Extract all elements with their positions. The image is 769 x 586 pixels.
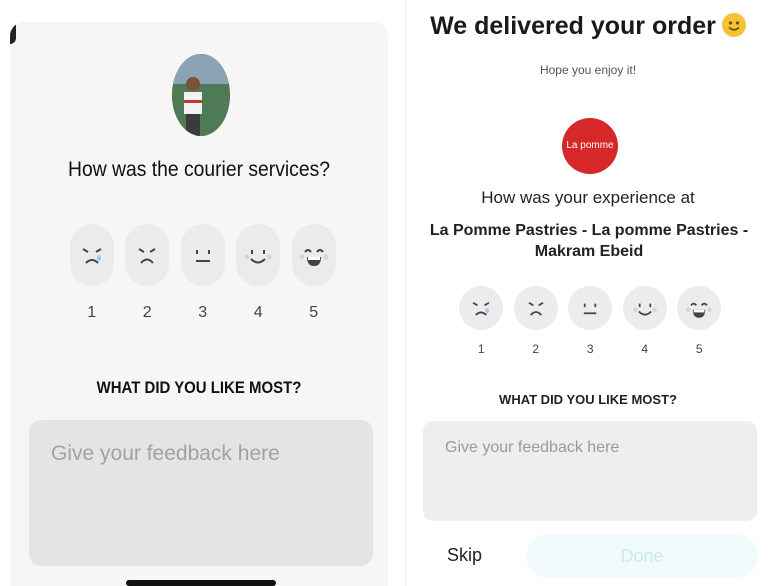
smile-face-icon[interactable] (236, 224, 281, 286)
courier-avatar (172, 54, 230, 136)
order-rating-screen: We delivered your order Hope you enjoy i… (405, 0, 769, 586)
sad-face-icon[interactable] (513, 286, 558, 330)
order-rating-faces: 1 2 3 4 5 (454, 286, 727, 356)
feedback-input[interactable]: Give your feedback here (423, 421, 757, 521)
restaurant-name: La Pomme Pastries - La pomme Pastries - … (429, 222, 749, 260)
like-most-heading: WHAT DID YOU LIKE MOST? (96, 378, 302, 397)
neutral-face-icon[interactable] (180, 224, 225, 286)
title-text: We delivered your order (430, 12, 716, 40)
rating-number: 4 (253, 304, 263, 321)
experience-question: How was your experience at (481, 188, 695, 207)
rating-number: 1 (87, 304, 97, 321)
rating-option-5[interactable]: 5 (286, 224, 342, 322)
rating-number: 4 (641, 342, 649, 356)
rating-option-3[interactable]: 3 (175, 224, 231, 322)
rating-option-2[interactable]: 2 (120, 224, 176, 322)
rating-number: 3 (586, 342, 594, 356)
rating-option-1[interactable]: 1 (454, 286, 509, 356)
skip-button[interactable]: Skip (447, 545, 482, 566)
rating-number: 1 (477, 342, 485, 356)
laughing-face-icon[interactable] (291, 224, 336, 286)
rating-number: 2 (532, 342, 540, 356)
like-most-heading: WHAT DID YOU LIKE MOST? (499, 392, 677, 407)
courier-question: How was the courier services? (68, 158, 330, 181)
done-button[interactable]: Done (526, 534, 758, 578)
courier-rating-screen: How was the courier services? 1 2 3 4 5 … (10, 22, 388, 586)
laughing-face-icon[interactable] (677, 286, 722, 330)
smile-face-icon[interactable] (622, 286, 667, 330)
rating-option-3[interactable]: 3 (563, 286, 618, 356)
very-sad-face-icon[interactable] (69, 224, 114, 286)
rating-option-2[interactable]: 2 (509, 286, 564, 356)
courier-rating-faces: 1 2 3 4 5 (64, 224, 342, 322)
home-indicator (126, 580, 276, 586)
neutral-face-icon[interactable] (568, 286, 613, 330)
rating-number: 3 (198, 304, 208, 321)
rating-number: 5 (309, 304, 319, 321)
restaurant-logo: La pomme (562, 118, 618, 174)
rating-option-5[interactable]: 5 (672, 286, 727, 356)
very-sad-face-icon[interactable] (459, 286, 504, 330)
rating-option-4[interactable]: 4 (618, 286, 673, 356)
smiley-emoji-icon (721, 13, 746, 37)
rating-option-4[interactable]: 4 (231, 224, 287, 322)
subtitle: Hope you enjoy it! (539, 63, 637, 77)
feedback-input[interactable]: Give your feedback here (29, 420, 373, 566)
rating-number: 2 (142, 304, 152, 321)
sad-face-icon[interactable] (125, 224, 170, 286)
rating-option-1[interactable]: 1 (64, 224, 120, 322)
logo-text: La pomme (566, 140, 614, 151)
rating-number: 5 (695, 342, 703, 356)
page-title: We delivered your order (406, 12, 769, 41)
